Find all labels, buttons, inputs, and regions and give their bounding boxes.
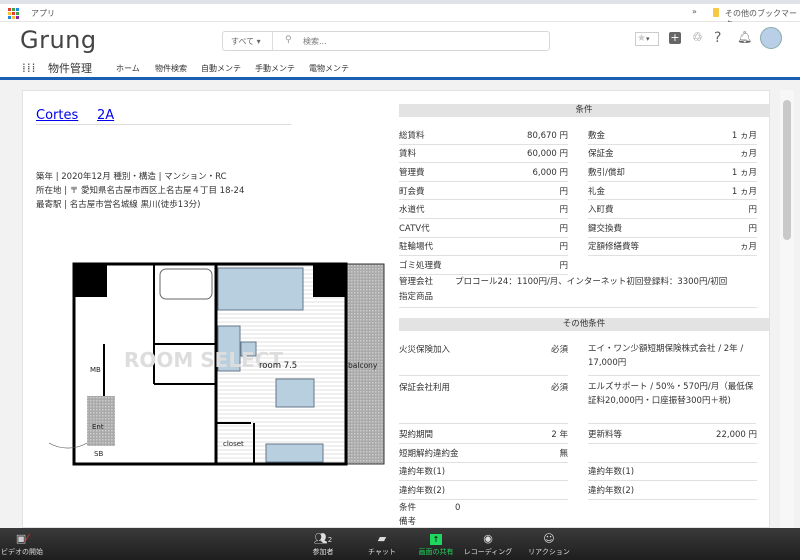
ent-label: Ent [92,423,104,431]
favorites-star-icon[interactable]: ★▾ [635,32,659,46]
condition-row: 駐輪場代円 [399,238,568,257]
bell-icon[interactable]: 🔔︎ [737,30,752,44]
condition-row: CATV代円 [399,219,568,238]
conditions-label: 条件 [399,503,417,513]
notes-label: 備考 [399,517,417,527]
nav-search[interactable]: 物件検索 [155,63,187,74]
search-input[interactable]: 検索... [303,36,327,47]
address-info: 所在地 | 〒 愛知県名古屋市西区上名古屋４丁目 18-24 [36,186,245,196]
fire-insurance-row: 火災保険加入 必須 [399,340,568,376]
start-video-button[interactable]: ▣⁄ ビデオの開始 [0,531,52,557]
room-label: room 7.5 [259,361,297,371]
folder-icon [713,8,719,17]
designated-label: 指定商品 [399,292,434,302]
nav-home[interactable]: ホーム [116,63,140,74]
zoom-toolbar: ▣⁄ ビデオの開始 👥︎2 参加者 ▰ チャット ↑ 画面の共有 ◉ レコーディング ☺ リ… [0,528,800,560]
chat-button[interactable]: ▰ チャット [352,531,412,557]
setup-icon[interactable]: ♲ [692,30,703,44]
condition-row: 総賃料 80,670 円 [399,126,568,145]
nav-denbutsu-maint[interactable]: 電物メンテ [309,63,349,74]
bookmarks-bar: アプリ » その他のブックマーク [0,0,800,29]
fire-insurance-detail: エイ・ワン少額短期保険株式会社 / 2年 / 17,000円 [588,342,760,376]
penalty-years-1-right: 違約年数(1) [588,462,757,481]
more-bookmarks-icon[interactable]: » [692,7,697,16]
early-termination-row: 短期解約違約金無 [399,444,568,463]
room-link[interactable]: 2A [97,108,114,123]
app-launcher-icon[interactable]: ⁞⁞⁞ [22,61,36,75]
condition-row-right: 敷引/償却 1 ヵ月 [588,163,757,182]
condition-row: 賃料 60,000 円 [399,145,568,164]
nav-bar: ⁞⁞⁞ 物件管理 ホーム 物件検索 自動メンテ 手動メンテ 電物メンテ [0,58,800,78]
record-icon: ◉ [483,532,493,545]
guarantor-row: 保証会社利用 必須 [399,378,568,424]
share-screen-button[interactable]: ↑ 画面の共有 [406,531,466,557]
condition-row-right: 鍵交換費円 [588,219,757,238]
condition-row-right: 敷金 1 ヵ月 [588,126,757,145]
nav-auto-maint[interactable]: 自動メンテ [201,63,241,74]
global-search[interactable]: すべて ▾ ⚲ 検索... [222,31,550,51]
penalty-years-2: 違約年数(2) [399,481,568,500]
condition-row-right: 礼金 1 ヵ月 [588,182,757,201]
conditions-section: 条件 総賃料 80,670 円賃料 60,000 円管理費 6,000 円町会費円水道… [399,104,769,308]
condition-row-right: 定額修繕費等 ヵ月 [588,238,757,257]
app-name: 物件管理 [48,62,92,75]
chat-icon: ▰ [377,532,387,545]
property-card: Cortes 2A 築年 | 2020年12月 種別・構造 | マンション・RC… [22,90,770,528]
condition-row-right: 入町費円 [588,200,757,219]
property-name-link[interactable]: Cortes [36,108,78,123]
condition-row-right: 保証金 ヵ月 [588,145,757,164]
other-conditions-section: その他条件 火災保険加入 必須 エイ・ワン少額短期保険株式会社 / 2年 / 17… [399,318,769,527]
video-off-icon: ▣⁄ [15,532,29,545]
condition-row: 管理費 6,000 円 [399,163,568,182]
condition-row: ゴミ処理費円 [399,256,568,275]
closet-label: closet [223,440,244,448]
search-scope-select[interactable]: すべて ▾ [223,32,273,50]
conditions-header: 条件 [399,104,769,117]
condition-row: 町会費円 [399,182,568,201]
participants-button[interactable]: 👥︎2 参加者 [293,531,353,557]
mb-label: MB [90,366,101,374]
guarantor-detail: エルズサポート / 50%・570円/月（最低保証料20,000円・口座振替30… [588,380,756,424]
floor-plan: ROOM SELECT room 7.5 balcony MB Ent SB c… [48,262,385,466]
mgmt-value: プロコール24：1100円/月、インターネット初回登録料：3300円/初回 [455,277,728,287]
apps-link[interactable]: アプリ [31,8,55,19]
conditions-value: 0 [455,503,461,513]
other-conditions-header: その他条件 [399,318,769,331]
add-icon[interactable]: + [669,32,681,44]
station-info: 最寄駅 | 名古屋市営名城線 黒川(徒歩13分) [36,200,201,210]
title-divider [36,124,291,125]
search-icon: ⚲ [285,35,292,45]
avatar[interactable] [760,27,782,49]
record-button[interactable]: ◉ レコーディング [458,531,518,557]
share-icon: ↑ [406,531,466,547]
mgmt-label: 管理会社 [399,277,434,287]
apps-grid-icon[interactable] [8,8,19,19]
penalty-years-1: 違約年数(1) [399,462,568,481]
participants-icon: 👥︎2 [313,532,333,545]
balcony-label: balcony [348,361,378,370]
term-row: 契約期間 2 年 [399,425,568,444]
build-info: 築年 | 2020年12月 種別・構造 | マンション・RC [36,172,227,182]
help-icon[interactable]: ? [714,30,721,46]
scrollbar[interactable] [780,90,794,528]
reactions-button[interactable]: ☺ リアクション [519,531,579,557]
empty-row [588,444,757,463]
penalty-years-2-right: 違約年数(2) [588,481,757,500]
sb-label: SB [94,450,103,458]
reaction-icon: ☺ [543,532,555,545]
app-header: Grung すべて ▾ ⚲ 検索... ★▾ + ♲ ? 🔔︎ ⁞⁞⁞ 物件管理… [0,22,800,80]
logo: Grung [20,26,97,54]
renewal-row: 更新料等 22,000 円 [588,425,757,444]
nav-manual-maint[interactable]: 手動メンテ [255,63,295,74]
condition-row: 水道代円 [399,200,568,219]
